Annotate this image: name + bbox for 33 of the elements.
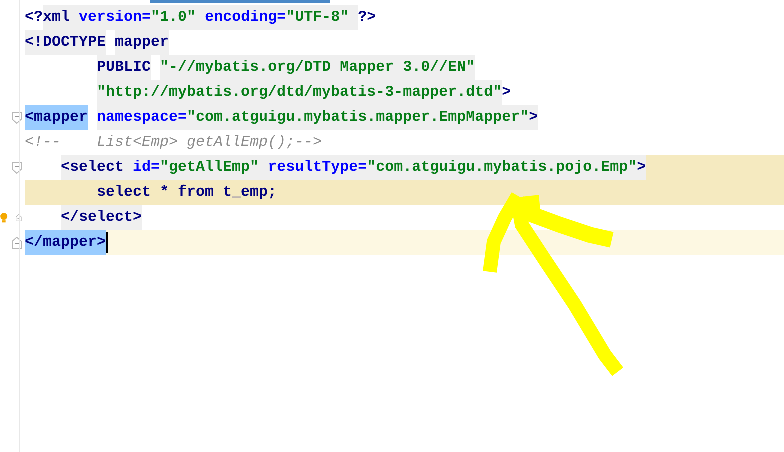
code-token: </mapper> (25, 230, 106, 255)
code-token: </select> (61, 205, 142, 230)
code-token: select * from t_emp; (97, 183, 278, 203)
code-token: resultType= (268, 155, 368, 180)
fold-marker-icon[interactable] (12, 112, 22, 124)
code-comment: <!-- List<Emp> getAllEmp();--> (25, 133, 322, 153)
code-token: mapper (115, 30, 170, 55)
code-token: "getAllEmp" (160, 155, 268, 180)
code-token: namespace= (97, 105, 188, 130)
code-token: <select (61, 155, 134, 180)
code-token: xml (43, 5, 80, 30)
code-token: > (529, 105, 538, 130)
code-token: "-//mybatis.org/DTD Mapper 3.0//EN" (160, 55, 476, 80)
code-token: id= (133, 155, 160, 180)
code-editor[interactable] (0, 0, 784, 452)
fold-marker-icon[interactable] (12, 236, 22, 248)
code-token: "com.atguigu.mybatis.pojo.Emp" (367, 155, 638, 180)
code-token: "1.0" (151, 5, 206, 30)
code-token: <!DOCTYPE (25, 30, 106, 55)
code-token: PUBLIC (97, 55, 152, 80)
code-token: "UTF-8" (286, 5, 358, 30)
code-token: > (637, 155, 646, 180)
code-token: version= (79, 5, 152, 30)
text-caret (106, 232, 108, 253)
code-token: "com.atguigu.mybatis.mapper.EmpMapper" (187, 105, 530, 130)
code-token: <? (25, 8, 44, 28)
code-token: > (502, 83, 512, 103)
code-token: ?> (358, 8, 376, 28)
code-token: <mapper (25, 105, 88, 130)
code-token: "http://mybatis.org/dtd/mybatis-3-mapper.dtd" (97, 80, 502, 105)
fold-marker-icon[interactable] (12, 162, 22, 174)
fold-marker-icon[interactable] (16, 212, 22, 224)
code-token: encoding= (205, 5, 286, 30)
